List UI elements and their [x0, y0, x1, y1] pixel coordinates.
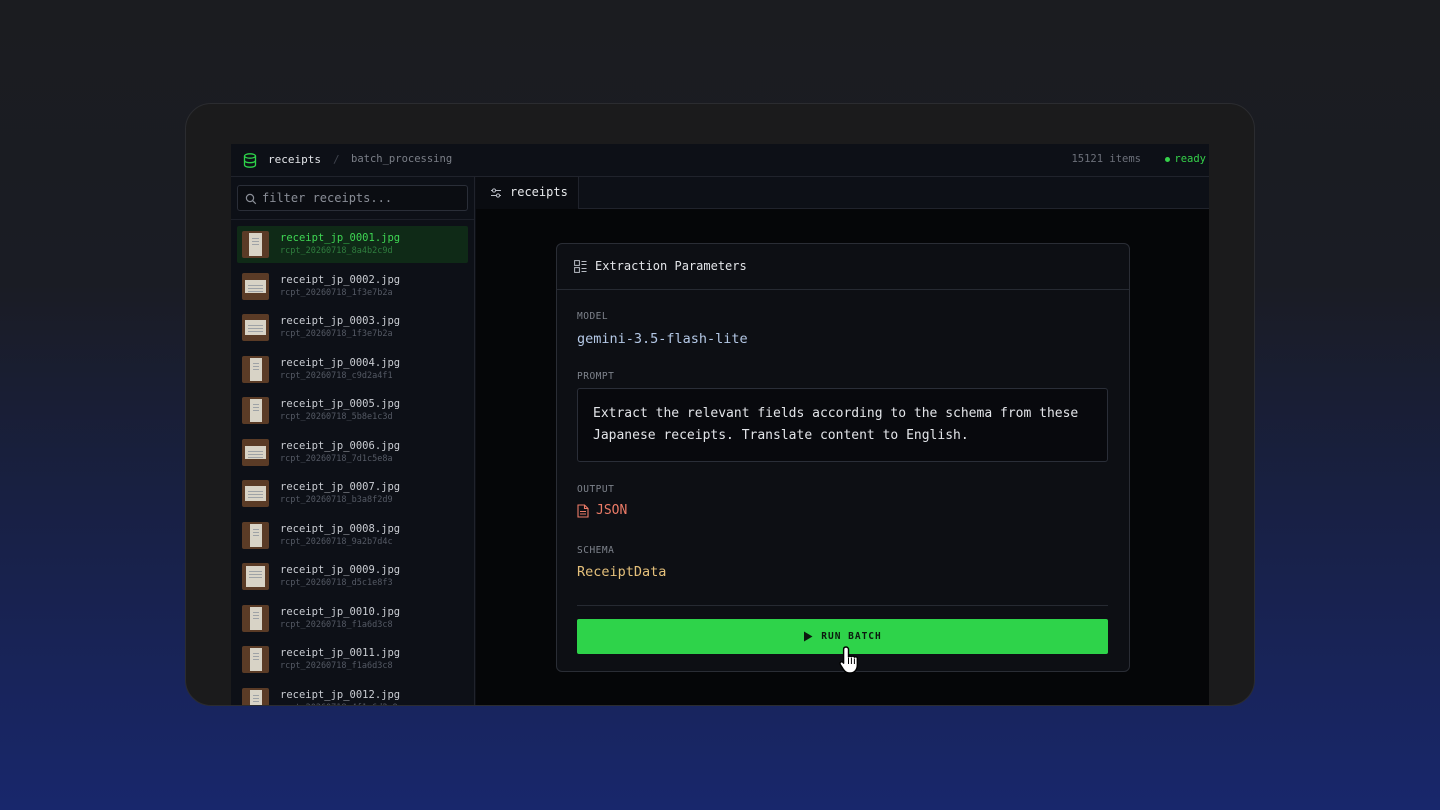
sidebar: receipt_jp_0001.jpg rcpt_20260718_8a4b2c9…: [231, 177, 475, 706]
file-id: rcpt_20260718_4f1e6d2c9: [280, 703, 398, 706]
file-list-item[interactable]: receipt_jp_0009.jpg rcpt_20260718_d5c1e8f…: [237, 558, 468, 595]
output-label: OUTPUT: [577, 484, 615, 495]
file-id: rcpt_20260718_b3a8f2d9: [280, 495, 393, 505]
sliders-icon: [491, 188, 501, 198]
schema-value[interactable]: ReceiptData: [577, 564, 666, 580]
file-name: receipt_jp_0001.jpg: [280, 232, 401, 244]
file-list-item[interactable]: receipt_jp_0011.jpg rcpt_20260718_f1a6d3c…: [237, 641, 468, 678]
list-settings-icon: [574, 260, 587, 273]
receipt-thumbnail: [242, 480, 269, 507]
model-value[interactable]: gemini-3.5-flash-lite: [577, 331, 748, 347]
output-value: JSON: [596, 503, 628, 518]
file-icon: [577, 503, 589, 518]
app-window: receipts / batch_processing 15121 items …: [231, 144, 1209, 706]
receipt-thumbnail: [242, 272, 269, 300]
file-id: rcpt_20260718_1f3e7b2a: [280, 329, 393, 339]
breadcrumb-view[interactable]: batch_processing: [351, 153, 452, 165]
tab-receipts[interactable]: receipts: [476, 177, 579, 209]
file-id: rcpt_20260718_5b8e1c3d: [280, 412, 393, 422]
breadcrumb-dataset[interactable]: receipts: [268, 153, 321, 166]
file-list-item[interactable]: receipt_jp_0008.jpg rcpt_20260718_9a2b7d4…: [237, 517, 468, 554]
filter-input[interactable]: [262, 189, 462, 207]
file-name: receipt_jp_0002.jpg: [280, 273, 401, 286]
file-name: receipt_jp_0012.jpg: [280, 688, 401, 701]
file-list-item[interactable]: receipt_jp_0007.jpg rcpt_20260718_b3a8f2d…: [237, 475, 468, 512]
receipt-thumbnail: [242, 646, 269, 673]
file-list-item[interactable]: receipt_jp_0005.jpg rcpt_20260718_5b8e1c3…: [237, 392, 468, 429]
file-list: receipt_jp_0001.jpg rcpt_20260718_8a4b2c9…: [237, 226, 468, 706]
status-label: ready: [1174, 153, 1206, 165]
file-name: receipt_jp_0011.jpg: [280, 647, 401, 659]
list-divider: [231, 219, 474, 220]
main-panel: Extraction Parameters MODEL gemini-3.5-f…: [476, 209, 1209, 705]
item-count: 15121 items: [1071, 153, 1141, 165]
file-name: receipt_jp_0009.jpg: [280, 564, 401, 576]
file-id: rcpt_20260718_f1a6d3c8: [280, 619, 393, 630]
output-format[interactable]: JSON: [577, 503, 627, 518]
card-divider: [577, 605, 1108, 606]
receipt-thumbnail: [242, 231, 269, 258]
prompt-textarea[interactable]: Extract the relevant fields according to…: [577, 388, 1108, 462]
tab-label: receipts: [510, 185, 568, 199]
file-name: receipt_jp_0003.jpg: [280, 315, 401, 327]
file-list-item[interactable]: receipt_jp_0006.jpg rcpt_20260718_7d1c5e8…: [237, 434, 468, 471]
model-label: MODEL: [577, 311, 609, 322]
prompt-label: PROMPT: [577, 371, 615, 382]
card-header: Extraction Parameters: [557, 244, 1129, 290]
file-name: receipt_jp_0004.jpg: [280, 356, 401, 369]
receipt-thumbnail: [242, 521, 269, 549]
status-dot-icon: [1165, 156, 1171, 162]
file-name: receipt_jp_0005.jpg: [280, 398, 401, 410]
run-batch-label: RUN BATCH: [821, 631, 882, 642]
file-name: receipt_jp_0010.jpg: [280, 605, 401, 618]
receipt-thumbnail: [242, 604, 269, 632]
file-id: rcpt_20260718_f1a6d3c8: [280, 661, 393, 671]
schema-label: SCHEMA: [577, 545, 615, 556]
receipt-thumbnail: [242, 397, 269, 424]
file-id: rcpt_20260718_9a2b7d4c: [280, 536, 393, 547]
file-list-item[interactable]: receipt_jp_0002.jpg rcpt_20260718_1f3e7b2…: [237, 268, 468, 305]
receipt-thumbnail: [242, 314, 269, 341]
top-bar: receipts / batch_processing 15121 items …: [231, 144, 1209, 177]
card-title: Extraction Parameters: [595, 259, 747, 273]
file-list-item[interactable]: receipt_jp_0003.jpg rcpt_20260718_1f3e7b2…: [237, 309, 468, 346]
filter-box[interactable]: [237, 185, 468, 211]
file-name: receipt_jp_0008.jpg: [280, 522, 401, 535]
receipt-thumbnail: [242, 438, 269, 466]
file-id: rcpt_20260718_d5c1e8f3: [280, 578, 393, 588]
file-id: rcpt_20260718_1f3e7b2a: [280, 287, 393, 298]
receipt-thumbnail: [242, 563, 269, 590]
play-icon: [804, 631, 813, 642]
database-icon: [243, 153, 257, 168]
status-indicator: ready: [1165, 153, 1206, 165]
file-list-item[interactable]: receipt_jp_0010.jpg rcpt_20260718_f1a6d3c…: [237, 600, 468, 637]
file-id: rcpt_20260718_8a4b2c9d: [280, 246, 393, 256]
breadcrumb-separator: /: [333, 153, 340, 166]
file-name: receipt_jp_0006.jpg: [280, 439, 401, 452]
file-id: rcpt_20260718_c9d2a4f1: [280, 370, 393, 381]
pointer-hand-icon: [839, 646, 858, 674]
tab-bar: receipts: [476, 177, 1209, 209]
file-name: receipt_jp_0007.jpg: [280, 481, 401, 493]
extraction-parameters-card: Extraction Parameters MODEL gemini-3.5-f…: [556, 243, 1130, 672]
receipt-thumbnail: [242, 355, 269, 383]
search-icon: [245, 193, 257, 205]
receipt-thumbnail: [242, 687, 269, 705]
file-id: rcpt_20260718_7d1c5e8a: [280, 453, 393, 464]
file-list-item[interactable]: receipt_jp_0001.jpg rcpt_20260718_8a4b2c9…: [237, 226, 468, 263]
device-frame: receipts / batch_processing 15121 items …: [185, 103, 1255, 706]
file-list-item[interactable]: receipt_jp_0004.jpg rcpt_20260718_c9d2a4f…: [237, 351, 468, 388]
file-list-item[interactable]: receipt_jp_0012.jpg rcpt_20260718_4f1e6d2…: [237, 683, 468, 706]
